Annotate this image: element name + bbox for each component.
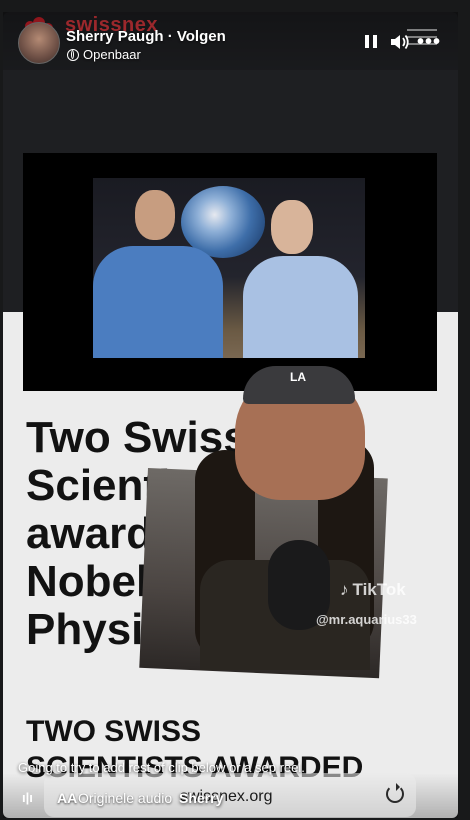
pause-button[interactable] bbox=[364, 34, 378, 50]
volume-icon bbox=[391, 34, 409, 50]
author-name-link[interactable]: Sherry Paugh bbox=[66, 28, 164, 45]
tiktok-watermark: ♪ TikTok bbox=[340, 580, 406, 600]
author-separator: · bbox=[163, 28, 177, 45]
nobel-laureates-photo bbox=[93, 178, 365, 358]
privacy-label: Openbaar bbox=[83, 47, 141, 62]
cap-logo-icon: LA bbox=[290, 370, 306, 384]
reel-video[interactable]: swissnex Two Swiss Scientists awarded No… bbox=[3, 12, 458, 818]
subhead-line: TWO SWISS bbox=[26, 715, 201, 748]
tiktok-note-icon: ♪ bbox=[340, 580, 349, 599]
globe-icon bbox=[67, 48, 79, 61]
scientist-left-head bbox=[135, 190, 175, 240]
author-avatar[interactable] bbox=[18, 22, 60, 64]
tagged-user-link[interactable]: Sherry bbox=[179, 790, 223, 806]
scientist-left bbox=[93, 246, 223, 358]
author-line: Sherry Paugh · Volgen bbox=[66, 28, 226, 45]
privacy-line: Openbaar bbox=[67, 47, 141, 62]
tiktok-brand-text: TikTok bbox=[352, 580, 406, 599]
text-size-aa: AA bbox=[57, 790, 78, 806]
tiktok-handle: @mr.aquarius33 bbox=[316, 612, 417, 627]
scientist-right bbox=[243, 256, 358, 358]
post-caption: Going to try to add rest of clip below o… bbox=[18, 760, 305, 775]
original-audio-link[interactable]: Originele audio bbox=[78, 790, 172, 806]
article-photo-frame bbox=[23, 153, 437, 391]
audio-wave-icon: ı|ı bbox=[22, 790, 33, 805]
more-options-button[interactable]: ••• bbox=[417, 31, 441, 54]
volume-button[interactable] bbox=[389, 32, 411, 52]
follow-button[interactable]: Volgen bbox=[177, 28, 226, 45]
scientist-right-head bbox=[271, 200, 313, 254]
reload-icon bbox=[386, 783, 404, 803]
